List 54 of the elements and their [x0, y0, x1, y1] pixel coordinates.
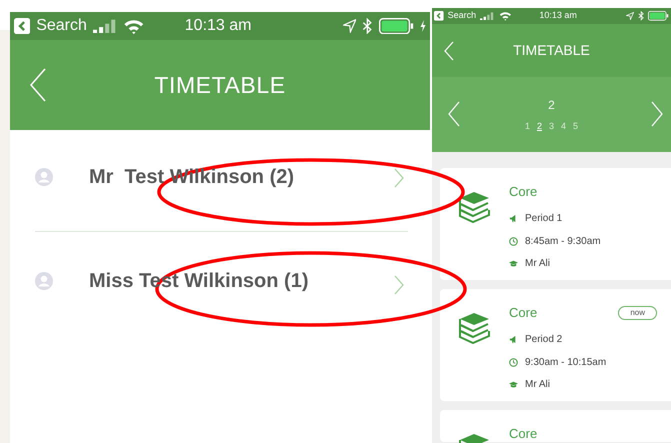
week-number[interactable]: 1	[524, 120, 530, 134]
back-label[interactable]: Search	[36, 14, 87, 38]
graduation-cap-text: Mr Ali	[525, 378, 550, 392]
back-icon[interactable]	[30, 68, 46, 102]
week-number[interactable]: 2	[536, 120, 542, 134]
bluetooth-icon	[638, 11, 644, 21]
status-time: 10:13 am	[184, 16, 252, 36]
back-label[interactable]: Search	[448, 9, 476, 23]
week-number[interactable]: 4	[561, 120, 566, 134]
back-app-icon[interactable]	[14, 18, 30, 34]
person-icon	[35, 272, 53, 290]
back-app-icon[interactable]	[434, 11, 444, 21]
graduation-cap-icon	[509, 380, 518, 388]
clock-text: 8:45am - 9:30am	[525, 234, 601, 248]
current-week: 2	[548, 96, 555, 114]
location-icon	[342, 19, 356, 33]
bluetooth-icon	[362, 18, 373, 34]
megaphone-icon	[509, 214, 518, 222]
graduation-cap-icon	[509, 258, 518, 268]
books-icon	[458, 311, 491, 344]
signal-icon	[480, 12, 495, 20]
subject-name: Core	[509, 425, 538, 443]
back-icon[interactable]	[444, 41, 454, 61]
lesson-card[interactable]: Core Period 2 9:30am - 10:15am Mr Ali now	[440, 289, 671, 401]
subject-name: Core	[509, 183, 538, 201]
now-badge: now	[618, 306, 657, 320]
chevron-right-icon[interactable]	[394, 275, 404, 295]
lesson-card[interactable]: Core	[440, 410, 671, 442]
books-icon	[458, 190, 491, 223]
header-title: TIMETABLE	[154, 70, 286, 100]
wifi-icon	[123, 18, 145, 34]
signal-icon	[92, 18, 118, 34]
clock-icon	[509, 236, 518, 246]
chevron-right-icon[interactable]	[394, 168, 404, 188]
charging-icon	[420, 20, 426, 32]
megaphone-icon	[509, 334, 518, 344]
battery-icon	[378, 18, 414, 34]
week-number[interactable]: 5	[573, 120, 578, 134]
battery-icon	[648, 11, 669, 21]
previous-week-icon[interactable]	[448, 101, 460, 127]
person-icon	[35, 168, 53, 186]
graduation-cap-text: Mr Ali	[525, 256, 550, 270]
clock-icon	[509, 358, 518, 366]
header-title: TIMETABLE	[513, 41, 590, 60]
location-icon	[626, 12, 634, 20]
clock-text: 9:30am - 10:15am	[525, 356, 606, 370]
week-number[interactable]: 3	[548, 120, 554, 134]
lesson-card[interactable]: Core Period 1 8:45am - 9:30am Mr Ali	[440, 168, 671, 280]
next-week-icon[interactable]	[651, 101, 663, 127]
megaphone-text: Period 1	[525, 212, 562, 226]
megaphone-text: Period 2	[525, 332, 562, 346]
wifi-icon	[498, 11, 512, 21]
subject-name: Core	[509, 304, 538, 322]
status-time: 10:13 am	[539, 9, 577, 22]
